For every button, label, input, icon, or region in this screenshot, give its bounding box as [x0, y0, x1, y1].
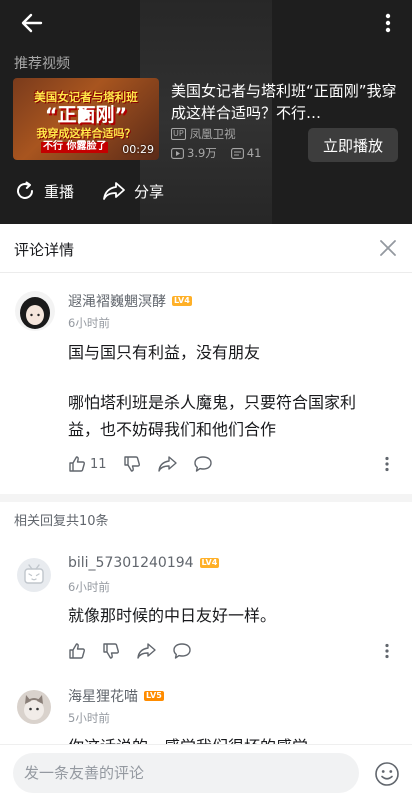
reply-text: 就像那时候的中日友好一样。 [68, 606, 277, 625]
dislike-button[interactable] [123, 454, 141, 474]
up-badge: UP [171, 128, 186, 140]
more-vertical-icon [385, 13, 391, 33]
comment-username-row: 遐渑褶巍魍溟酵 LV4 [68, 291, 192, 311]
avatar[interactable] [17, 558, 51, 592]
replay-icon [17, 181, 33, 199]
recommended-video-panel: 推荐视频 美国女记者与塔利班 “正面刚” 我穿成这样合适吗？ 不行 你露脸了 0… [0, 0, 412, 224]
chat-bubble-icon [173, 643, 191, 659]
danmaku-icon [230, 147, 244, 159]
thumbs-up-icon [69, 456, 85, 472]
reply-button[interactable] [193, 454, 213, 474]
reply-actions [68, 641, 208, 661]
like-button[interactable] [68, 641, 86, 661]
comment-text-line-3: 益，也不妨碍我们和他们合作 [68, 420, 277, 439]
share-icon [137, 643, 156, 659]
main-comment: 遐渑褶巍魍溟酵 LV4 6小时前 国与国只有利益，没有朋友 哪怕塔利班是杀人魔鬼… [0, 285, 412, 485]
share-button[interactable]: 分享 [102, 181, 164, 202]
comment-detail-header: 评论详情 [0, 224, 412, 273]
reply-item: bili_57301240194 LV4 6小时前 就像那时候的中日友好一样。 [0, 545, 412, 665]
uploader-name: 凤凰卫视 [189, 127, 236, 141]
reply-username[interactable]: 海星狸花喵 [68, 686, 138, 706]
user-level-badge: LV4 [199, 558, 220, 568]
chat-bubble-icon [193, 456, 212, 472]
share-comment-button[interactable] [157, 454, 177, 474]
comment-time: 6小时前 [68, 316, 110, 330]
replay-button[interactable]: 重播 [14, 180, 74, 202]
share-icon [157, 456, 177, 472]
reply-username[interactable]: bili_57301240194 [68, 555, 194, 571]
reply-time: 5小时前 [68, 711, 110, 725]
comment-text-line-2: 哪怕塔利班是杀人魔鬼，只要符合国家利 [68, 393, 357, 412]
reply-time: 6小时前 [68, 580, 110, 594]
avatar[interactable] [17, 690, 51, 724]
like-count: 11 [90, 456, 107, 472]
video-title[interactable]: 美国女记者与塔利班“正面刚”我穿成这样合适吗？不行… [171, 80, 403, 124]
back-arrow-icon [21, 13, 43, 33]
comment-input[interactable] [13, 753, 359, 793]
play-count-icon [171, 147, 184, 159]
danmaku-stat: 41 [230, 146, 262, 160]
reply-text: 你这话说的，感觉我们很坏的感觉 [68, 733, 308, 744]
reply-item: 海星狸花喵 LV5 5小时前 你这话说的，感觉我们很坏的感觉 [0, 680, 412, 744]
more-vertical-icon [385, 643, 389, 659]
reply-button[interactable] [172, 641, 192, 661]
comment-username[interactable]: 遐渑褶巍魍溟酵 [68, 291, 166, 311]
views-stat: 3.9万 [171, 145, 217, 161]
user-level-badge: LV4 [172, 296, 192, 306]
like-button[interactable]: 11 [68, 454, 107, 474]
share-comment-button[interactable] [136, 641, 156, 661]
thumbs-down-icon [123, 456, 140, 472]
more-vertical-icon [385, 456, 389, 472]
uploader-row[interactable]: UP 凤凰卫视 [171, 126, 236, 142]
thumbnail-caption-3: 我穿成这样合适吗？ [36, 127, 136, 140]
more-options-button[interactable] [372, 8, 404, 38]
thumbs-down-icon [103, 643, 119, 659]
back-button[interactable] [14, 8, 50, 38]
views-count: 3.9万 [187, 146, 217, 160]
thumbs-up-icon [69, 643, 85, 659]
share-icon [103, 182, 125, 200]
play-icon [79, 106, 92, 124]
comment-input-bar [0, 744, 412, 800]
section-label: 推荐视频 [14, 56, 70, 72]
thumbnail-caption-4: 不行 你露脸了 [41, 141, 109, 153]
reply-username-row: 海星狸花喵 LV5 [68, 686, 164, 706]
danmaku-count: 41 [246, 146, 262, 160]
avatar[interactable] [15, 291, 55, 331]
avatar-image [20, 297, 50, 329]
comment-actions: 11 [68, 454, 229, 474]
video-stats: 3.9万 41 [171, 145, 275, 161]
emoji-button[interactable] [374, 761, 400, 787]
tv-mascot-avatar-icon [24, 564, 44, 584]
section-divider [0, 494, 412, 502]
replies-count: 相关回复共10条 [14, 514, 109, 529]
share-label: 分享 [134, 182, 165, 201]
video-actions: 重播 分享 [14, 180, 192, 202]
cat-avatar-icon [24, 695, 44, 720]
comment-text-line-1: 国与国只有利益，没有朋友 [68, 343, 261, 362]
close-icon [380, 240, 396, 256]
replay-label: 重播 [44, 182, 75, 201]
play-now-button[interactable]: 立即播放 [308, 128, 398, 162]
comment-more-button[interactable] [380, 454, 394, 474]
comment-detail-title: 评论详情 [14, 241, 75, 259]
reply-more-button[interactable] [380, 641, 394, 661]
video-duration: 00:29 [122, 143, 154, 156]
reply-username-row: bili_57301240194 LV4 [68, 555, 220, 571]
thumbnail-caption-1: 美国女记者与塔利班 [34, 90, 138, 104]
close-button[interactable] [376, 236, 400, 260]
dislike-button[interactable] [102, 641, 120, 661]
video-thumbnail[interactable]: 美国女记者与塔利班 “正面刚” 我穿成这样合适吗？ 不行 你露脸了 00:29 [13, 78, 159, 160]
emoji-icon [375, 762, 399, 786]
user-level-badge: LV5 [144, 691, 164, 701]
